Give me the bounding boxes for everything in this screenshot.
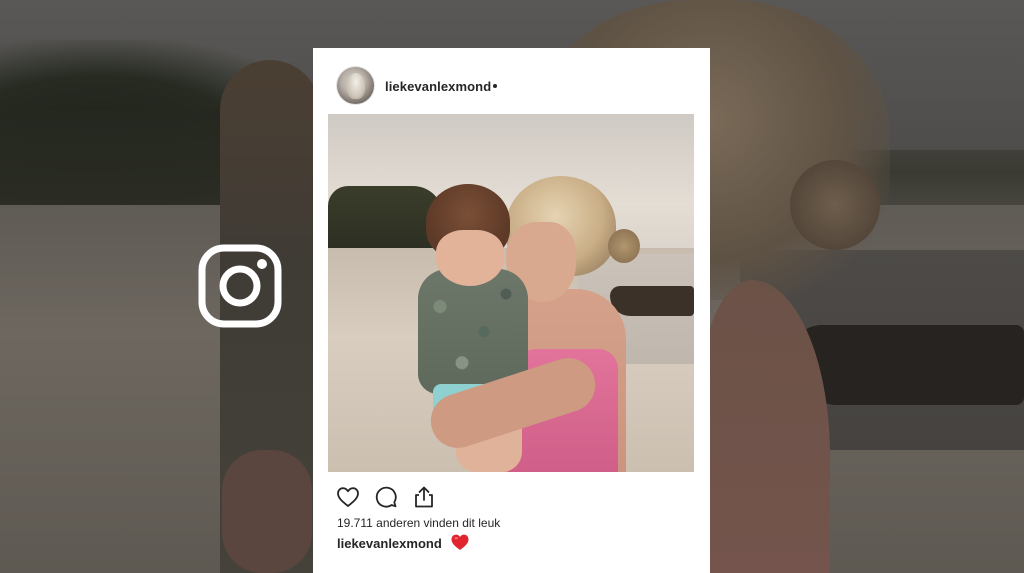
separator-dot [493,84,497,88]
background-woman-bun [790,160,880,250]
post-actions [313,484,710,512]
photo-woman-bun [608,229,640,263]
photo-child-face [436,230,504,286]
avatar[interactable] [337,67,374,104]
comment-icon[interactable] [373,484,399,510]
background-hand [222,450,312,573]
background-rock [790,325,1024,405]
red-heart-icon [451,534,469,550]
share-icon[interactable] [411,484,437,510]
heart-icon[interactable] [335,484,361,510]
photo-rock [610,286,694,316]
post-username[interactable]: liekevanlexmond [385,79,491,94]
post-photo[interactable] [328,114,694,472]
caption-username[interactable]: liekevanlexmond [337,536,442,551]
instagram-post-card: liekevanlexmond 19.711 anderen vinden di… [313,48,710,573]
likes-count[interactable]: 19.711 anderen vinden dit leuk [337,516,500,530]
instagram-icon [198,244,282,328]
post-header: liekevanlexmond [313,48,710,114]
